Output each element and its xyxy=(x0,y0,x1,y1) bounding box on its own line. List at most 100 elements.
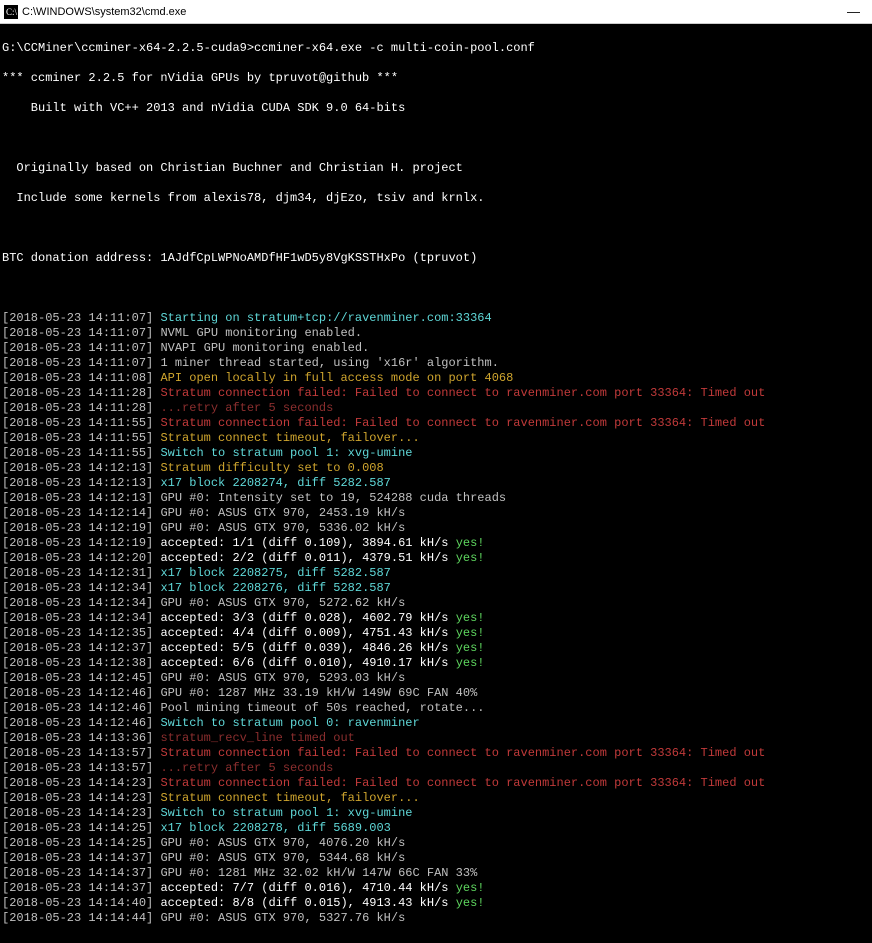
cmd-icon: C:\ xyxy=(4,5,18,19)
log-line: [2018-05-23 14:12:35] accepted: 4/4 (dif… xyxy=(2,626,870,641)
accepted-yes: yes! xyxy=(456,551,485,565)
log-timestamp: [2018-05-23 14:13:36] xyxy=(2,731,153,745)
log-timestamp: [2018-05-23 14:12:20] xyxy=(2,551,153,565)
log-timestamp: [2018-05-23 14:11:55] xyxy=(2,446,153,460)
accepted-yes: yes! xyxy=(456,881,485,895)
log-timestamp: [2018-05-23 14:12:19] xyxy=(2,521,153,535)
log-timestamp: [2018-05-23 14:14:25] xyxy=(2,821,153,835)
log-timestamp: [2018-05-23 14:14:44] xyxy=(2,911,153,925)
log-message: Stratum connect timeout, failover... xyxy=(160,431,419,445)
log-line: [2018-05-23 14:14:37] GPU #0: ASUS GTX 9… xyxy=(2,851,870,866)
log-timestamp: [2018-05-23 14:12:34] xyxy=(2,596,153,610)
log-line: [2018-05-23 14:12:34] accepted: 3/3 (dif… xyxy=(2,611,870,626)
log-message: GPU #0: ASUS GTX 970, 5344.68 kH/s xyxy=(160,851,405,865)
log-message: accepted: 2/2 (diff 0.011), 4379.51 kH/s xyxy=(160,551,448,565)
log-line: [2018-05-23 14:12:13] GPU #0: Intensity … xyxy=(2,491,870,506)
log-line: [2018-05-23 14:12:31] x17 block 2208275,… xyxy=(2,566,870,581)
window-title: C:\WINDOWS\system32\cmd.exe xyxy=(22,6,847,18)
log-timestamp: [2018-05-23 14:14:37] xyxy=(2,881,153,895)
blank-line xyxy=(2,221,870,236)
log-line: [2018-05-23 14:11:28] Stratum connection… xyxy=(2,386,870,401)
log-timestamp: [2018-05-23 14:14:23] xyxy=(2,806,153,820)
accepted-yes: yes! xyxy=(456,626,485,640)
log-message: GPU #0: ASUS GTX 970, 5272.62 kH/s xyxy=(160,596,405,610)
log-line: [2018-05-23 14:12:34] GPU #0: ASUS GTX 9… xyxy=(2,596,870,611)
accepted-yes: yes! xyxy=(456,641,485,655)
cmd-prompt-line: G:\CCMiner\ccminer-x64-2.2.5-cuda9>ccmin… xyxy=(2,41,870,56)
log-message: Pool mining timeout of 50s reached, rota… xyxy=(160,701,484,715)
log-line: [2018-05-23 14:14:25] x17 block 2208278,… xyxy=(2,821,870,836)
log-timestamp: [2018-05-23 14:11:55] xyxy=(2,416,153,430)
log-line: [2018-05-23 14:12:13] x17 block 2208274,… xyxy=(2,476,870,491)
log-message: accepted: 7/7 (diff 0.016), 4710.44 kH/s xyxy=(160,881,448,895)
log-message: Stratum difficulty set to 0.008 xyxy=(160,461,383,475)
log-message: GPU #0: 1281 MHz 32.02 kH/W 147W 66C FAN… xyxy=(160,866,477,880)
window-titlebar: C:\ C:\WINDOWS\system32\cmd.exe — xyxy=(0,0,872,24)
log-timestamp: [2018-05-23 14:12:13] xyxy=(2,461,153,475)
log-timestamp: [2018-05-23 14:12:37] xyxy=(2,641,153,655)
log-timestamp: [2018-05-23 14:14:37] xyxy=(2,851,153,865)
log-message: 1 miner thread started, using 'x16r' alg… xyxy=(160,356,498,370)
log-timestamp: [2018-05-23 14:11:07] xyxy=(2,326,153,340)
svg-text:C:\: C:\ xyxy=(6,7,18,17)
log-line: [2018-05-23 14:12:34] x17 block 2208276,… xyxy=(2,581,870,596)
log-line: [2018-05-23 14:14:44] GPU #0: ASUS GTX 9… xyxy=(2,911,870,926)
log-message: API open locally in full access mode on … xyxy=(160,371,513,385)
log-message: Switch to stratum pool 1: xvg-umine xyxy=(160,806,412,820)
accepted-yes: yes! xyxy=(456,656,485,670)
log-timestamp: [2018-05-23 14:14:37] xyxy=(2,866,153,880)
log-timestamp: [2018-05-23 14:11:28] xyxy=(2,401,153,415)
blank-line xyxy=(2,281,870,296)
log-message: NVAPI GPU monitoring enabled. xyxy=(160,341,369,355)
log-line: [2018-05-23 14:12:20] accepted: 2/2 (dif… xyxy=(2,551,870,566)
log-line: [2018-05-23 14:14:23] Switch to stratum … xyxy=(2,806,870,821)
log-timestamp: [2018-05-23 14:14:25] xyxy=(2,836,153,850)
log-message: GPU #0: ASUS GTX 970, 2453.19 kH/s xyxy=(160,506,405,520)
log-message: Starting on stratum+tcp://ravenminer.com… xyxy=(160,311,491,325)
log-message: GPU #0: ASUS GTX 970, 5336.02 kH/s xyxy=(160,521,405,535)
log-line: [2018-05-23 14:11:07] NVAPI GPU monitori… xyxy=(2,341,870,356)
log-message: x17 block 2208274, diff 5282.587 xyxy=(160,476,390,490)
log-message: GPU #0: ASUS GTX 970, 5327.76 kH/s xyxy=(160,911,405,925)
log-message: x17 block 2208275, diff 5282.587 xyxy=(160,566,390,580)
log-message: x17 block 2208278, diff 5689.003 xyxy=(160,821,390,835)
minimize-button[interactable]: — xyxy=(847,4,860,19)
log-timestamp: [2018-05-23 14:12:46] xyxy=(2,716,153,730)
log-message: ...retry after 5 seconds xyxy=(160,761,333,775)
log-message: GPU #0: Intensity set to 19, 524288 cuda… xyxy=(160,491,506,505)
terminal-output[interactable]: G:\CCMiner\ccminer-x64-2.2.5-cuda9>ccmin… xyxy=(0,24,872,943)
log-message: accepted: 3/3 (diff 0.028), 4602.79 kH/s xyxy=(160,611,448,625)
log-line: [2018-05-23 14:11:55] Stratum connect ti… xyxy=(2,431,870,446)
log-timestamp: [2018-05-23 14:12:31] xyxy=(2,566,153,580)
built-line: Built with VC++ 2013 and nVidia CUDA SDK… xyxy=(2,101,870,116)
log-line: [2018-05-23 14:13:57] Stratum connection… xyxy=(2,746,870,761)
log-line: [2018-05-23 14:13:36] stratum_recv_line … xyxy=(2,731,870,746)
log-line: [2018-05-23 14:14:23] Stratum connect ti… xyxy=(2,791,870,806)
log-line: [2018-05-23 14:12:37] accepted: 5/5 (dif… xyxy=(2,641,870,656)
origin-line: Originally based on Christian Buchner an… xyxy=(2,161,870,176)
log-timestamp: [2018-05-23 14:14:23] xyxy=(2,791,153,805)
log-timestamp: [2018-05-23 14:12:38] xyxy=(2,656,153,670)
log-timestamp: [2018-05-23 14:11:07] xyxy=(2,356,153,370)
log-timestamp: [2018-05-23 14:12:45] xyxy=(2,671,153,685)
log-line: [2018-05-23 14:14:37] GPU #0: 1281 MHz 3… xyxy=(2,866,870,881)
log-timestamp: [2018-05-23 14:11:07] xyxy=(2,311,153,325)
log-message: GPU #0: 1287 MHz 33.19 kH/W 149W 69C FAN… xyxy=(160,686,477,700)
log-line: [2018-05-23 14:14:23] Stratum connection… xyxy=(2,776,870,791)
accepted-yes: yes! xyxy=(456,896,485,910)
log-timestamp: [2018-05-23 14:12:13] xyxy=(2,476,153,490)
log-message: accepted: 4/4 (diff 0.009), 4751.43 kH/s xyxy=(160,626,448,640)
log-line: [2018-05-23 14:12:46] Switch to stratum … xyxy=(2,716,870,731)
log-line: [2018-05-23 14:12:19] accepted: 1/1 (dif… xyxy=(2,536,870,551)
blank-line xyxy=(2,131,870,146)
log-message: accepted: 8/8 (diff 0.015), 4913.43 kH/s xyxy=(160,896,448,910)
log-line: [2018-05-23 14:12:19] GPU #0: ASUS GTX 9… xyxy=(2,521,870,536)
log-message: Switch to stratum pool 0: ravenminer xyxy=(160,716,419,730)
log-message: Stratum connection failed: Failed to con… xyxy=(160,416,765,430)
log-line: [2018-05-23 14:12:38] accepted: 6/6 (dif… xyxy=(2,656,870,671)
log-timestamp: [2018-05-23 14:12:34] xyxy=(2,611,153,625)
log-message: accepted: 1/1 (diff 0.109), 3894.61 kH/s xyxy=(160,536,448,550)
log-timestamp: [2018-05-23 14:14:23] xyxy=(2,776,153,790)
log-line: [2018-05-23 14:12:14] GPU #0: ASUS GTX 9… xyxy=(2,506,870,521)
log-timestamp: [2018-05-23 14:12:13] xyxy=(2,491,153,505)
